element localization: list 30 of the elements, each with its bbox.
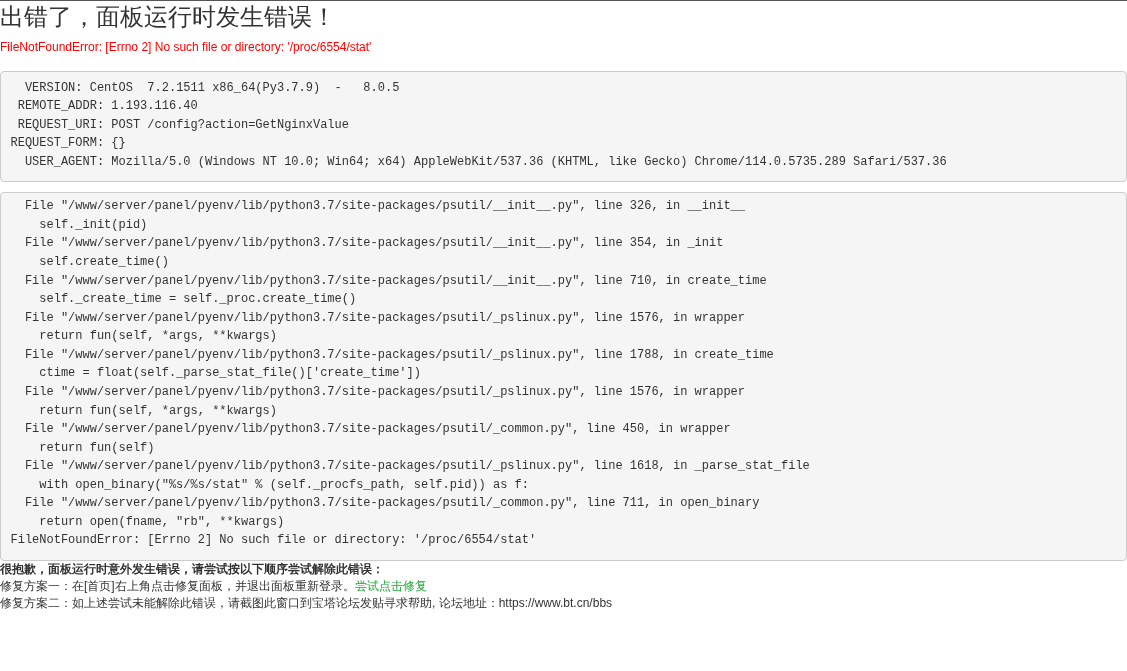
traceback-frame-line: File "/www/server/panel/pyenv/lib/python3.7/site-packages/psutil/_pslinux.py", line 1576, in wrapper — [24, 383, 745, 401]
traceback-code-line: ctime = float(self._parse_stat_file()['create_time']) — [39, 365, 421, 383]
request-info-line: VERSION: CentOS 7.2.1511 x86_64(Py3.7.9) - 8.0.5 — [24, 79, 400, 97]
traceback-frame-line: File "/www/server/panel/pyenv/lib/python3.7/site-packages/psutil/_pslinux.py", line 1788, in create_time — [24, 346, 774, 364]
traceback-code-line: return open(fname, "rb", **kwargs) — [39, 513, 285, 531]
repair-link[interactable]: 尝试点击修复 — [354, 578, 427, 593]
traceback-code-line: return fun(self, *args, **kwargs) — [39, 328, 277, 346]
traceback-frame-line: File "/www/server/panel/pyenv/lib/python3.7/site-packages/psutil/_pslinux.py", line 1576, in wrapper — [24, 309, 745, 327]
traceback-error-line: FileNotFoundError: [Errno 2] No such file or directory: '/proc/6554/stat' — [10, 532, 537, 550]
traceback-frame-line: File "/www/server/panel/pyenv/lib/python3.7/site-packages/psutil/__init__.py", line 710, in create_time — [24, 272, 767, 290]
fix-step-text: 修复方案一：在[首页]右上角点击修复面板，并退出面板重新登录。尝试点击修复 — [0, 577, 427, 595]
request-info-line: REQUEST_FORM: {} — [10, 135, 126, 153]
help-heading: 很抱歉，面板运行时意外发生错误，请尝试按以下顺序尝试解除此错误： — [0, 560, 384, 578]
fix-step-text: 修复方案二：如上述尝试未能解除此错误，请截图此窗口到宝塔论坛发贴寻求帮助, 论坛地址：https://www.bt.cn/bbs — [0, 594, 613, 612]
traceback-frame-line: File "/www/server/panel/pyenv/lib/python3.7/site-packages/psutil/_pslinux.py", line 1618, in _parse_stat_file — [24, 458, 810, 476]
error-title: 出错了，面板运行时发生错误！ — [0, 3, 336, 30]
request-info-line: REMOTE_ADDR: 1.193.116.40 — [17, 98, 198, 116]
traceback-code-line: self.create_time() — [39, 254, 169, 271]
traceback-code-line: return fun(self, *args, **kwargs) — [39, 402, 277, 420]
traceback-frame-line: File "/www/server/panel/pyenv/lib/python3.7/site-packages/psutil/_common.py", line 711, in open_binary — [24, 495, 760, 513]
traceback-code-line: with open_binary("%s/%s/stat" % (self._procfs_path, self.pid)) as f: — [39, 476, 529, 494]
traceback-code-line: self._init(pid) — [39, 216, 148, 234]
error-message: FileNotFoundError: [Errno 2] No such file or directory: '/proc/6554/stat' — [0, 39, 372, 56]
request-info-line: USER_AGENT: Mozilla/5.0 (Windows NT 10.0; Win64; x64) AppleWebKit/537.36 (KHTML, like Gecko) Chrome/114.0.5735.289 Safari/537.36 — [24, 153, 947, 171]
traceback-code-line: return fun(self) — [39, 439, 155, 457]
traceback-frame-line: File "/www/server/panel/pyenv/lib/python3.7/site-packages/psutil/_common.py", line 450, in wrapper — [24, 421, 731, 439]
traceback-frame-line: File "/www/server/panel/pyenv/lib/python3.7/site-packages/psutil/__init__.py", line 354, in _init — [24, 235, 724, 253]
traceback-frame-line: File "/www/server/panel/pyenv/lib/python3.7/site-packages/psutil/__init__.py", line 326, in __init__ — [24, 198, 745, 216]
traceback-code-line: self._create_time = self._proc.create_time() — [39, 291, 357, 309]
request-info-line: REQUEST_URI: POST /config?action=GetNginxValue — [17, 116, 349, 134]
